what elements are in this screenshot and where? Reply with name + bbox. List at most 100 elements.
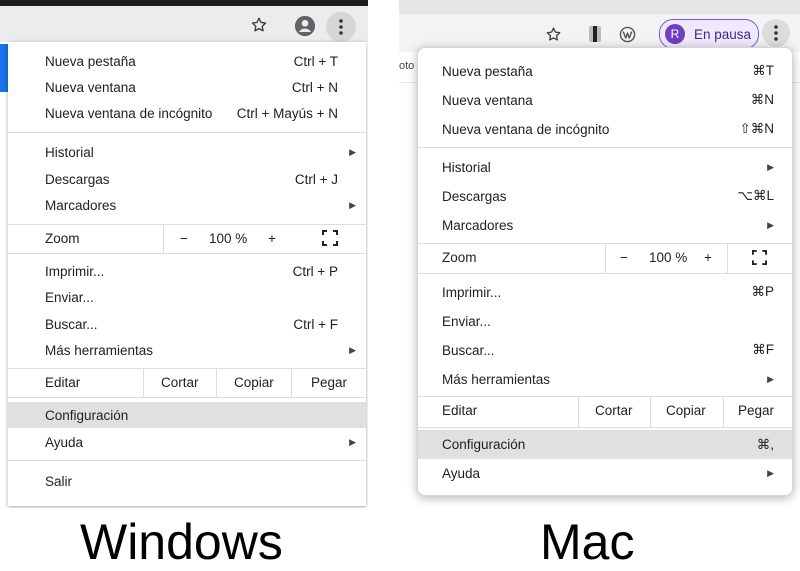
menu-item-print[interactable]: Imprimir... Ctrl + P [8, 258, 366, 284]
zoom-divider [605, 244, 606, 273]
mac-chrome-menu: Nueva pestaña ⌘T Nueva ventana ⌘N Nueva … [417, 47, 793, 496]
menu-item-label: Descargas [442, 188, 507, 204]
menu-item-new-window[interactable]: Nueva ventana ⌘N [418, 87, 792, 113]
menu-item-send[interactable]: Enviar... [8, 284, 366, 310]
star-icon[interactable] [542, 23, 564, 45]
zoom-in-button[interactable]: + [704, 250, 712, 265]
cut-button[interactable]: Cortar [161, 375, 199, 390]
menu-item-label: Descargas [45, 171, 110, 187]
menu-item-bookmarks[interactable]: Marcadores ▶ [418, 212, 792, 238]
menu-item-more-tools[interactable]: Más herramientas ▶ [8, 337, 366, 363]
menu-item-new-tab[interactable]: Nueva pestaña Ctrl + T [8, 48, 366, 74]
wordpress-icon[interactable] [616, 23, 638, 45]
menu-item-shortcut: Ctrl + N [291, 79, 338, 95]
zoom-label: Zoom [442, 250, 477, 265]
menu-item-more-tools[interactable]: Más herramientas ▶ [418, 366, 792, 392]
menu-item-shortcut: Ctrl + Mayús + N [236, 105, 338, 121]
menu-divider [8, 132, 366, 133]
edit-divider [578, 397, 579, 427]
zoom-out-button[interactable]: − [180, 231, 188, 246]
menu-item-label: Marcadores [45, 197, 117, 213]
star-icon[interactable] [248, 14, 270, 36]
menu-zoom-row: Zoom − 100 % + [8, 225, 366, 253]
menu-item-label: Imprimir... [45, 263, 105, 279]
menu-divider [418, 427, 792, 428]
menu-zoom-row: Zoom − 100 % + [418, 244, 792, 273]
menu-item-label: Nueva ventana de incógnito [442, 121, 610, 137]
menu-item-label: Buscar... [45, 316, 98, 332]
three-dots-menu-button[interactable] [762, 19, 790, 47]
menu-item-shortcut: Ctrl + F [293, 316, 338, 332]
windows-caption: Windows [80, 514, 283, 570]
mac-tab-strip [399, 0, 800, 14]
menu-item-incognito[interactable]: Nueva ventana de incógnito Ctrl + Mayús … [8, 100, 366, 126]
menu-item-exit[interactable]: Salir [8, 468, 366, 494]
mac-chrome-window: oto R En pausa Nueva pestaña ⌘T Nueva ve… [399, 0, 800, 508]
menu-item-settings[interactable]: Configuración [8, 402, 366, 428]
menu-edit-row: Editar Cortar Copiar Pegar [8, 369, 366, 397]
paste-button[interactable]: Pegar [738, 403, 774, 418]
menu-item-history[interactable]: Historial ▶ [418, 154, 792, 180]
menu-item-find[interactable]: Buscar... ⌘F [418, 337, 792, 363]
cut-button[interactable]: Cortar [595, 403, 633, 418]
menu-item-help[interactable]: Ayuda ▶ [418, 460, 792, 486]
menu-item-shortcut: ⌘F [752, 342, 774, 357]
menu-item-label: Enviar... [442, 313, 491, 329]
menu-item-shortcut: ⌘N [750, 92, 774, 107]
menu-item-print[interactable]: Imprimir... ⌘P [418, 279, 792, 305]
menu-item-label: Marcadores [442, 217, 514, 233]
menu-item-label: Historial [45, 144, 94, 160]
copy-button[interactable]: Copiar [666, 403, 706, 418]
submenu-arrow-icon: ▶ [767, 373, 774, 384]
fullscreen-button[interactable] [322, 230, 338, 249]
menu-item-send[interactable]: Enviar... [418, 308, 792, 334]
menu-item-shortcut: Ctrl + P [292, 263, 338, 279]
menu-item-label: Ayuda [45, 434, 84, 450]
zoom-divider [727, 244, 728, 273]
windows-page-strip [0, 0, 368, 6]
fullscreen-icon [752, 250, 767, 265]
avatar: R [665, 24, 685, 44]
three-dots-menu-button[interactable] [326, 12, 356, 42]
menu-item-label: Más herramientas [442, 371, 551, 387]
menu-item-settings[interactable]: Configuración ⌘, [418, 430, 792, 459]
menu-item-new-tab[interactable]: Nueva pestaña ⌘T [418, 58, 792, 84]
menu-item-label: Ayuda [442, 465, 481, 481]
page-text-fragment: oto [399, 60, 415, 72]
edit-label: Editar [45, 375, 81, 390]
windows-chrome-menu: Nueva pestaña Ctrl + T Nueva ventana Ctr… [8, 42, 366, 506]
menu-item-downloads[interactable]: Descargas ⌥⌘L [418, 183, 792, 209]
submenu-arrow-icon: ▶ [349, 436, 356, 447]
menu-item-downloads[interactable]: Descargas Ctrl + J [8, 166, 366, 192]
zoom-out-button[interactable]: − [620, 250, 628, 265]
copy-button[interactable]: Copiar [234, 375, 274, 390]
menu-item-shortcut: ⌘P [751, 284, 774, 299]
zoom-divider [163, 225, 164, 253]
extension-icon[interactable] [585, 23, 605, 45]
menu-item-label: Enviar... [45, 289, 94, 305]
menu-item-find[interactable]: Buscar... Ctrl + F [8, 311, 366, 337]
menu-item-label: Nueva ventana de incógnito [45, 105, 213, 121]
menu-item-shortcut: ⌥⌘L [737, 188, 774, 203]
edit-label: Editar [442, 403, 478, 418]
fullscreen-button[interactable] [752, 250, 767, 268]
menu-item-history[interactable]: Historial ▶ [8, 139, 366, 165]
menu-item-help[interactable]: Ayuda ▶ [8, 429, 366, 455]
submenu-arrow-icon: ▶ [767, 467, 774, 478]
profile-paused-chip[interactable]: R En pausa [659, 19, 759, 49]
submenu-arrow-icon: ▶ [767, 219, 774, 230]
menu-item-shortcut: ⌘T [752, 63, 774, 78]
menu-item-label: Configuración [442, 437, 526, 452]
account-circle-icon[interactable] [293, 14, 317, 38]
menu-item-incognito[interactable]: Nueva ventana de incógnito ⇧⌘N [418, 116, 792, 142]
menu-item-new-window[interactable]: Nueva ventana Ctrl + N [8, 74, 366, 100]
paste-button[interactable]: Pegar [311, 375, 347, 390]
edit-divider [723, 397, 724, 427]
windows-page-blue-edge [0, 44, 8, 92]
submenu-arrow-icon: ▶ [349, 146, 356, 157]
mac-caption: Mac [540, 514, 635, 570]
menu-item-bookmarks[interactable]: Marcadores ▶ [8, 192, 366, 218]
zoom-in-button[interactable]: + [268, 231, 276, 246]
edit-divider [291, 369, 292, 397]
menu-item-shortcut: ⇧⌘N [739, 121, 774, 136]
